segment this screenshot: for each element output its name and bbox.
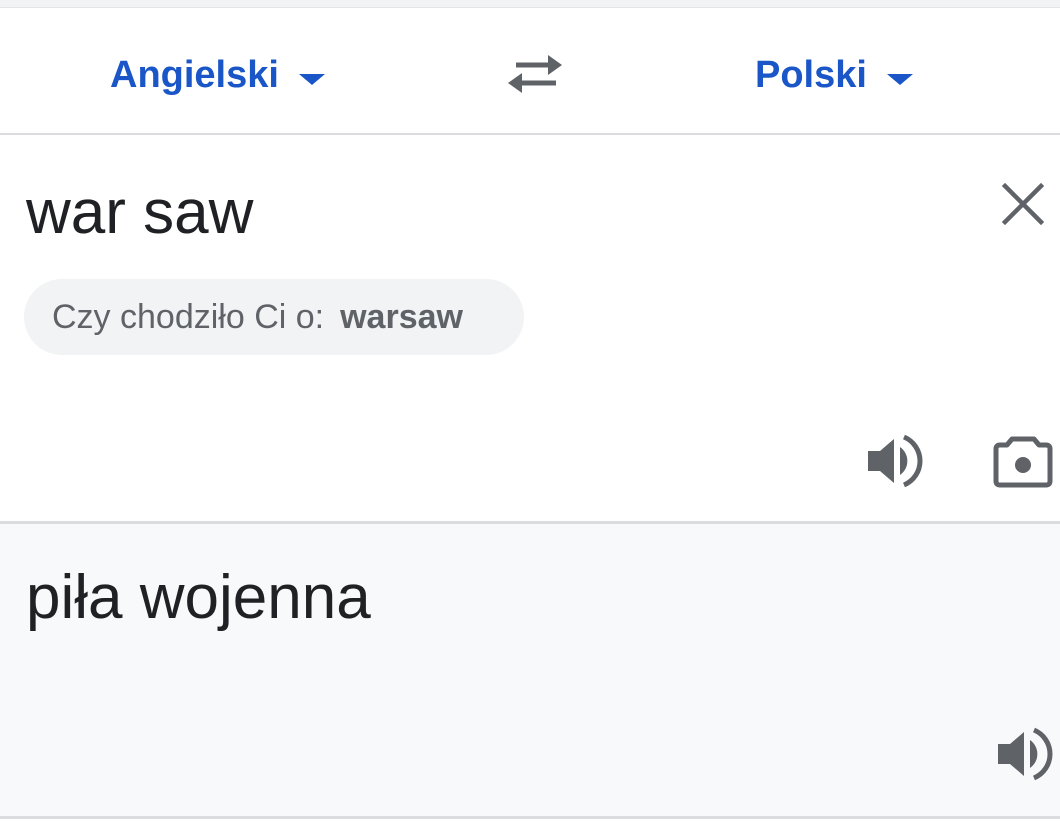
translated-text: piła wojenna [26, 563, 371, 632]
close-icon [1001, 182, 1045, 226]
top-edge [0, 0, 1060, 8]
caret-down-icon [886, 73, 913, 85]
camera-icon [993, 436, 1053, 488]
target-language-button[interactable]: Polski [755, 50, 913, 100]
speaker-icon [868, 434, 923, 488]
clear-input-button[interactable] [998, 179, 1048, 229]
speaker-icon [998, 727, 1053, 781]
source-text[interactable]: war saw [26, 177, 253, 249]
did-you-mean-suggestion[interactable]: Czy chodziło Ci o: warsaw [24, 279, 524, 355]
listen-translation-button[interactable] [994, 726, 1054, 782]
swap-languages-button[interactable] [506, 50, 564, 100]
target-language-label: Polski [755, 53, 867, 96]
source-language-label: Angielski [110, 53, 279, 96]
translation-output-area: piła wojenna [0, 524, 1060, 816]
suggestion-prefix: Czy chodziło Ci o: [52, 297, 325, 336]
translate-app: Angielski Polski war saw Czy chodziło Ci… [0, 0, 1060, 827]
camera-button[interactable] [992, 433, 1054, 489]
swap-arrows-icon [508, 55, 562, 93]
source-input-area[interactable]: war saw Czy chodziło Ci o: warsaw [0, 135, 1060, 521]
language-bar: Angielski Polski [0, 8, 1060, 135]
bottom-area [0, 819, 1060, 827]
caret-down-icon [298, 73, 325, 85]
source-language-button[interactable]: Angielski [110, 50, 325, 100]
suggestion-word: warsaw [340, 297, 463, 336]
listen-source-button[interactable] [864, 433, 924, 489]
